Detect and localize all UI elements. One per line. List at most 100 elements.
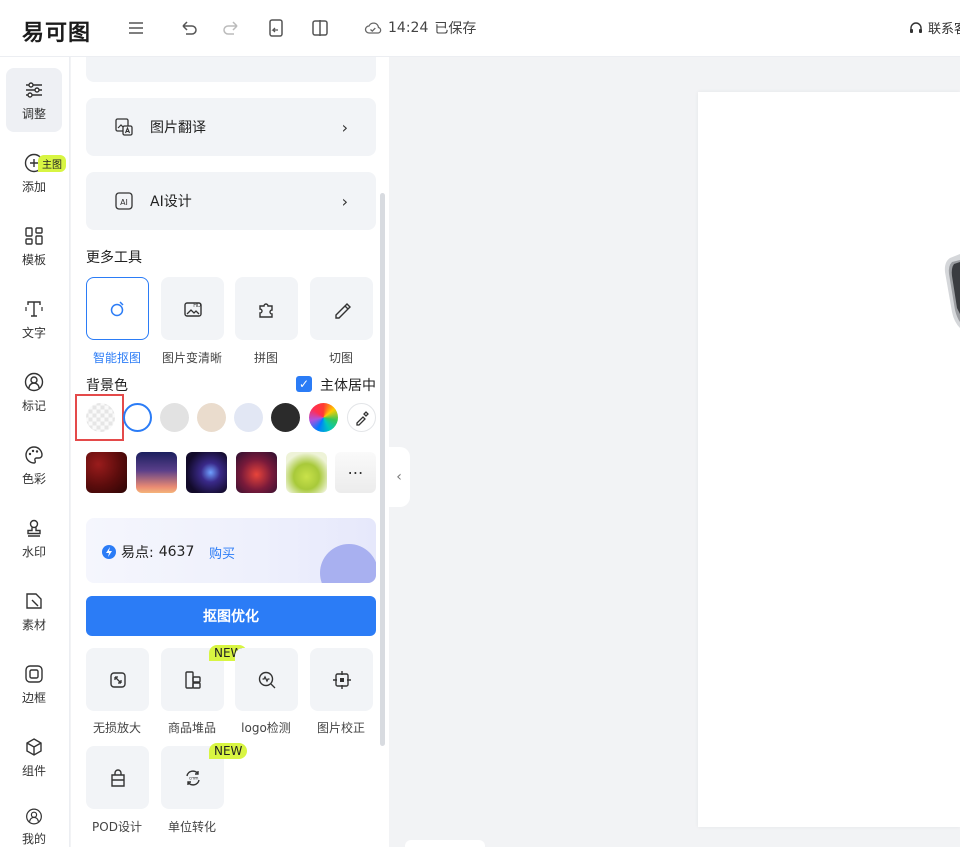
tool-puzzle[interactable] xyxy=(235,277,298,340)
svg-text:m: m xyxy=(194,775,198,780)
pod-bag-icon xyxy=(110,768,125,787)
swatch-beige[interactable] xyxy=(197,403,226,432)
compare-icon[interactable] xyxy=(309,17,331,39)
restore-icon[interactable] xyxy=(265,17,287,39)
more-bg-images-button[interactable]: ⋯ xyxy=(335,452,376,493)
tool-slice[interactable] xyxy=(310,277,373,340)
center-subject-label: 主体居中 xyxy=(320,378,376,394)
nav-label: 素材 xyxy=(21,617,46,632)
cloud-check-icon xyxy=(364,22,382,34)
grid-icon xyxy=(25,226,43,245)
nav-label: 色彩 xyxy=(21,471,46,486)
nav-item-text[interactable]: 文字 xyxy=(6,287,62,351)
cube-icon xyxy=(26,737,42,756)
bg-image-sunset[interactable] xyxy=(136,452,177,493)
contact-label: 联系客服 xyxy=(928,22,960,37)
buy-link[interactable]: 购买 xyxy=(209,543,235,562)
tool-smart-cutout[interactable] xyxy=(86,277,149,340)
svg-text:AI: AI xyxy=(120,198,128,207)
points-label: 易点: xyxy=(121,545,154,561)
tool-image-correction[interactable] xyxy=(310,648,373,711)
chevron-right-icon: › xyxy=(341,191,348,211)
contact-service-button[interactable]: 联系客服 xyxy=(908,18,960,37)
redo-icon[interactable] xyxy=(221,17,243,39)
nav-label: 文字 xyxy=(21,325,46,340)
swatch-white[interactable] xyxy=(123,403,152,432)
new-tag: NEW xyxy=(209,743,248,759)
sliders-icon xyxy=(26,81,42,98)
eyedropper-button[interactable] xyxy=(347,403,376,432)
undo-icon[interactable] xyxy=(177,17,199,39)
nav-item-color[interactable]: 色彩 xyxy=(6,433,62,497)
top-bar: 易可图 14:24 已保存 联系客服 xyxy=(0,0,960,57)
highlight-box xyxy=(75,394,124,441)
points-promo: 易点: 4637 购买 xyxy=(86,518,376,583)
nav-item-watermark[interactable]: 水印 xyxy=(6,506,62,570)
swatch-light-gray[interactable] xyxy=(160,403,189,432)
nav-label: 水印 xyxy=(21,544,46,559)
nav-item-template[interactable]: 模板 xyxy=(6,214,62,278)
nav-label: 标记 xyxy=(21,398,46,413)
smart-cutout-icon xyxy=(110,300,124,316)
bg-image-red-hearts[interactable] xyxy=(86,452,127,493)
material-icon xyxy=(26,592,42,609)
hd-image-icon: HD xyxy=(183,301,202,317)
template-badge: 主图 xyxy=(38,155,66,172)
tool-pod-design[interactable] xyxy=(86,746,149,809)
card-partial[interactable] xyxy=(86,57,376,82)
nav-item-material[interactable]: 素材 xyxy=(6,579,62,643)
save-label: 已保存 xyxy=(434,21,477,37)
puzzle-icon xyxy=(258,302,273,318)
nav-item-mark[interactable]: 标记 xyxy=(6,360,62,424)
canvas-toolbar-edge xyxy=(405,840,485,847)
bg-color-title: 背景色 xyxy=(86,378,128,394)
swatch-dark[interactable] xyxy=(271,403,300,432)
user-icon xyxy=(26,808,42,825)
nav-label: 调整 xyxy=(21,106,46,121)
save-time: 14:24 xyxy=(388,20,429,36)
tool-label: 图片校正 xyxy=(316,721,365,735)
correction-icon xyxy=(332,670,351,689)
knife-icon xyxy=(334,302,351,319)
nav-item-mine[interactable]: 我的 xyxy=(6,795,62,847)
swatch-custom-color[interactable] xyxy=(309,403,338,432)
nav-item-component[interactable]: 组件 xyxy=(6,725,62,789)
more-icon: ⋯ xyxy=(347,463,364,482)
nav-label: 模板 xyxy=(21,252,46,267)
promo-decoration xyxy=(320,544,376,583)
tool-label: 切图 xyxy=(328,351,353,365)
product-image[interactable] xyxy=(942,252,960,332)
tool-logo-detect[interactable] xyxy=(235,648,298,711)
cutout-optimize-button[interactable]: 抠图优化 xyxy=(86,596,376,636)
tool-upscale[interactable] xyxy=(86,648,149,711)
bg-image-light-trail[interactable] xyxy=(186,452,227,493)
tool-hd-image[interactable]: HD xyxy=(161,277,224,340)
swatch-light-blue[interactable] xyxy=(234,403,263,432)
panel-scrollbar[interactable] xyxy=(380,193,385,746)
card-image-translate[interactable]: 图片翻译 › xyxy=(86,98,376,156)
frame-icon xyxy=(25,664,43,683)
points-display: 易点: 4637 xyxy=(102,542,194,562)
save-status: 14:24 已保存 xyxy=(364,18,476,38)
card-ai-design[interactable]: AI AI设计 › xyxy=(86,172,376,230)
app-logo[interactable]: 易可图 xyxy=(22,15,91,47)
eyedropper-icon xyxy=(355,410,369,426)
nav-item-add[interactable]: 添加 xyxy=(6,141,62,205)
nav-item-adjust[interactable]: 调整 xyxy=(6,68,62,132)
collapse-panel-button[interactable]: ‹ xyxy=(388,447,410,507)
more-tools-title: 更多工具 xyxy=(86,250,142,266)
stack-products-icon xyxy=(184,670,201,689)
unit-convert-icon: cm m xyxy=(185,769,200,786)
upscale-icon xyxy=(109,671,126,688)
nav-label: 边框 xyxy=(21,690,46,705)
nav-label: 添加 xyxy=(21,179,46,194)
menu-icon[interactable] xyxy=(125,17,147,39)
center-subject-checkbox[interactable]: ✓ xyxy=(296,376,312,392)
bg-image-red-fabric[interactable] xyxy=(236,452,277,493)
nav-label: 组件 xyxy=(21,763,46,778)
bg-image-pear[interactable] xyxy=(286,452,327,493)
headset-icon xyxy=(910,21,922,33)
artboard[interactable] xyxy=(698,92,960,827)
nav-item-frame[interactable]: 边框 xyxy=(6,652,62,716)
image-translate-icon xyxy=(115,118,133,136)
